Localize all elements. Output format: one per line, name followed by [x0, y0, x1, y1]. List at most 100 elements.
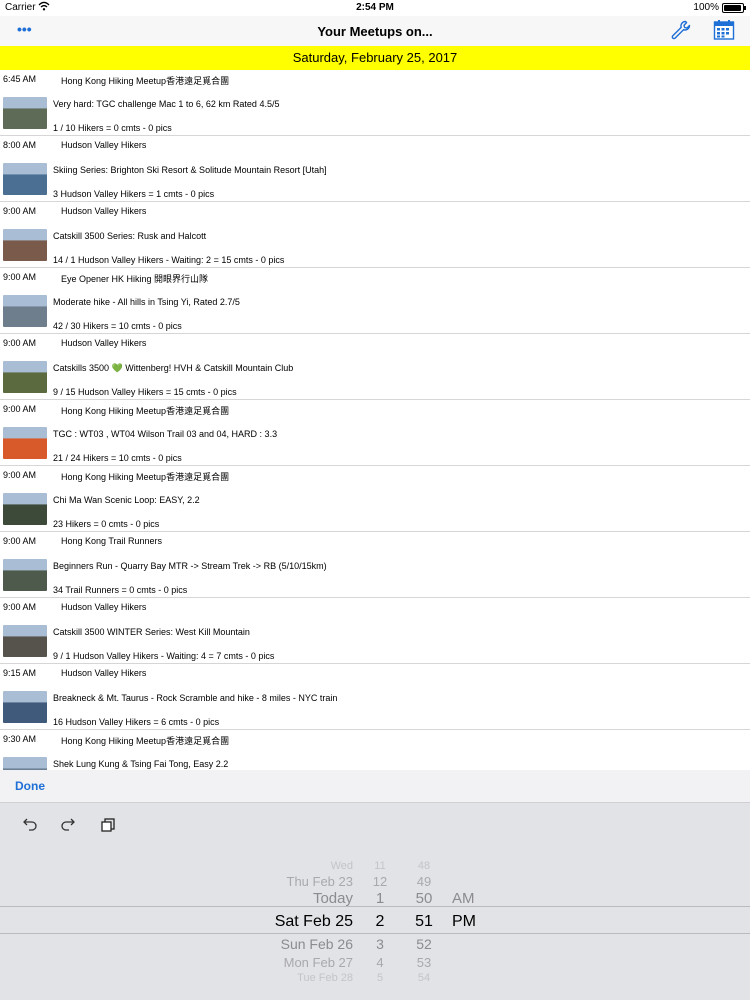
meetup-title: Moderate hike - All hills in Tsing Yi, R…: [53, 297, 240, 307]
picker-selection-bottom-line: [0, 933, 750, 934]
page-title: Your Meetups on...: [317, 24, 433, 39]
battery-icon: [722, 2, 746, 13]
meetup-group: Hudson Valley Hikers: [61, 206, 147, 216]
meetup-time: 6:45 AM: [3, 74, 37, 84]
meetup-thumbnail[interactable]: [3, 97, 47, 129]
battery-percent: 100%: [693, 2, 719, 13]
meetup-thumbnail[interactable]: [3, 757, 47, 770]
meetup-row[interactable]: 8:00 AM Hudson Valley Hikers Skiing Series…: [0, 136, 750, 202]
picker-selection-top-line: [0, 906, 750, 907]
battery-indicator: 100%: [693, 2, 746, 13]
meetup-group: Hong Kong Hiking Meetup香港遠足覓合團: [61, 76, 230, 86]
meetup-time: 9:00 AM: [3, 536, 37, 546]
picker-toolbar: Done: [0, 770, 750, 803]
meetup-stats: 14 / 1 Hudson Valley Hikers - Waiting: 2…: [53, 255, 285, 265]
date-wheel-item[interactable]: Sun Feb 26: [0, 937, 353, 951]
meetup-thumbnail[interactable]: [3, 625, 47, 657]
ampm-wheel-item[interactable]: AM: [452, 891, 512, 906]
meetup-stats: 21 / 24 Hikers = 10 cmts - 0 pics: [53, 453, 182, 463]
meetup-group: Hong Kong Hiking Meetup香港遠足覓合團: [61, 736, 230, 746]
meetup-time: 9:00 AM: [3, 602, 37, 612]
meetup-row[interactable]: 9:00 AM Hudson Valley Hikers Catskills 350…: [0, 334, 750, 400]
minute-wheel-item[interactable]: 51: [404, 914, 444, 930]
hour-wheel-item[interactable]: 2: [360, 914, 400, 930]
navigation-bar: ••• Your Meetups on...: [0, 16, 750, 46]
meetup-thumbnail[interactable]: [3, 427, 47, 459]
hour-wheel-item[interactable]: 3: [360, 937, 400, 951]
meetup-time: 9:00 AM: [3, 272, 37, 282]
meetup-group: Hong Kong Hiking Meetup香港遠足覓合團: [61, 406, 230, 416]
calendar-icon[interactable]: [713, 19, 735, 41]
hour-wheel-item[interactable]: 12: [360, 875, 400, 888]
meetup-time: 9:00 AM: [3, 338, 37, 348]
status-bar: Carrier 2:54 PM 100%: [0, 0, 750, 16]
meetup-thumbnail[interactable]: [3, 691, 47, 723]
date-picker-panel: Done Wed Thu Feb 23 Today Sat Feb 25 Sun Feb…: [0, 770, 750, 1000]
meetup-stats: 9 / 15 Hudson Valley Hikers = 15 cmts - …: [53, 387, 237, 397]
meetup-row[interactable]: 9:00 AM Hong Kong Hiking Meetup香港遠足覓合團 Chi…: [0, 466, 750, 532]
meetup-group: Eye Opener HK Hiking 開眼界行山隊: [61, 274, 209, 284]
undo-icon[interactable]: [22, 817, 38, 836]
meetup-time: 9:15 AM: [3, 668, 37, 678]
paste-icon[interactable]: [101, 818, 115, 832]
redo-icon[interactable]: [60, 817, 76, 836]
picker-body: Wed Thu Feb 23 Today Sat Feb 25 Sun Feb 26 Mo…: [0, 803, 750, 1000]
meetup-time: 9:30 AM: [3, 734, 37, 744]
ampm-wheel-item[interactable]: PM: [452, 914, 512, 930]
meetup-title: Chi Ma Wan Scenic Loop: EASY, 2.2: [53, 495, 200, 505]
meetup-title: Shek Lung Kung & Tsing Fai Tong, Easy 2.…: [53, 759, 229, 769]
minute-wheel-item[interactable]: 54: [404, 973, 444, 984]
meetup-time: 8:00 AM: [3, 140, 37, 150]
meetup-time: 9:00 AM: [3, 404, 37, 414]
hour-wheel-item[interactable]: 5: [360, 973, 400, 984]
done-button[interactable]: Done: [15, 779, 45, 793]
meetup-row[interactable]: 6:45 AM Hong Kong Hiking Meetup香港遠足覓合團 Ver…: [0, 70, 750, 136]
meetup-row[interactable]: 9:15 AM Hudson Valley Hikers Breakneck & M…: [0, 664, 750, 730]
meetup-title: Catskills 3500 💚 Wittenberg! HVH & Catsk…: [53, 363, 294, 373]
date-wheel-item[interactable]: Today: [0, 891, 353, 906]
meetup-stats: 9 / 1 Hudson Valley Hikers - Waiting: 4 …: [53, 651, 275, 661]
meetup-row[interactable]: 9:00 AM Hudson Valley Hikers Catskill 3500…: [0, 202, 750, 268]
meetup-title: Catskill 3500 WINTER Series: West Kill M…: [53, 627, 250, 637]
wrench-icon[interactable]: [670, 19, 692, 41]
minute-wheel-item[interactable]: 49: [404, 875, 444, 888]
minute-wheel-item[interactable]: 52: [404, 937, 444, 951]
meetup-thumbnail[interactable]: [3, 163, 47, 195]
meetup-stats: 42 / 30 Hikers = 10 cmts - 0 pics: [53, 321, 182, 331]
date-wheel-item[interactable]: Tue Feb 28: [0, 973, 353, 984]
meetup-title: Catskill 3500 Series: Rusk and Halcott: [53, 231, 207, 241]
meetup-thumbnail[interactable]: [3, 559, 47, 591]
meetup-thumbnail[interactable]: [3, 361, 47, 393]
meetup-group: Hong Kong Hiking Meetup香港遠足覓合團: [61, 472, 230, 482]
meetup-group: Hudson Valley Hikers: [61, 140, 147, 150]
meetup-row[interactable]: 9:00 AM Eye Opener HK Hiking 開眼界行山隊 Modera…: [0, 268, 750, 334]
hour-wheel-item[interactable]: 4: [360, 956, 400, 969]
meetup-title: Beginners Run - Quarry Bay MTR -> Stream…: [53, 561, 327, 571]
meetup-title: Breakneck & Mt. Taurus - Rock Scramble a…: [53, 693, 338, 703]
date-wheel-item[interactable]: Mon Feb 27: [0, 956, 353, 969]
meetup-stats: 3 Hudson Valley Hikers = 1 cmts - 0 pics: [53, 189, 215, 199]
meetup-thumbnail[interactable]: [3, 229, 47, 261]
meetup-row[interactable]: 9:00 AM Hong Kong Trail Runners Beginners …: [0, 532, 750, 598]
date-wheel-item[interactable]: Sat Feb 25: [0, 914, 353, 930]
status-time: 2:54 PM: [356, 2, 394, 13]
meetup-list[interactable]: 6:45 AM Hong Kong Hiking Meetup香港遠足覓合團 Ver…: [0, 70, 750, 770]
hour-wheel-item[interactable]: 11: [360, 861, 400, 872]
meetup-title: TGC : WT03 , WT04 Wilson Trail 03 and 04…: [53, 429, 278, 439]
hour-wheel-item[interactable]: 1: [360, 891, 400, 906]
meetup-group: Hudson Valley Hikers: [61, 338, 147, 348]
meetup-row[interactable]: 9:00 AM Hong Kong Hiking Meetup香港遠足覓合團 TGC…: [0, 400, 750, 466]
meetup-time: 9:00 AM: [3, 206, 37, 216]
minute-wheel-item[interactable]: 53: [404, 956, 444, 969]
meetup-thumbnail[interactable]: [3, 295, 47, 327]
date-wheel-item[interactable]: Thu Feb 23: [0, 875, 354, 888]
meetup-group: Hudson Valley Hikers: [61, 602, 147, 612]
meetup-group: Hong Kong Trail Runners: [61, 536, 163, 546]
date-wheel-item[interactable]: Wed: [0, 861, 353, 872]
date-header: Saturday, February 25, 2017: [0, 46, 750, 70]
meetup-row[interactable]: 9:00 AM Hudson Valley Hikers Catskill 3500…: [0, 598, 750, 664]
minute-wheel-item[interactable]: 48: [404, 861, 444, 872]
minute-wheel-item[interactable]: 50: [404, 891, 444, 906]
meetup-row[interactable]: 9:30 AM Hong Kong Hiking Meetup香港遠足覓合團 She…: [0, 730, 750, 770]
meetup-thumbnail[interactable]: [3, 493, 47, 525]
